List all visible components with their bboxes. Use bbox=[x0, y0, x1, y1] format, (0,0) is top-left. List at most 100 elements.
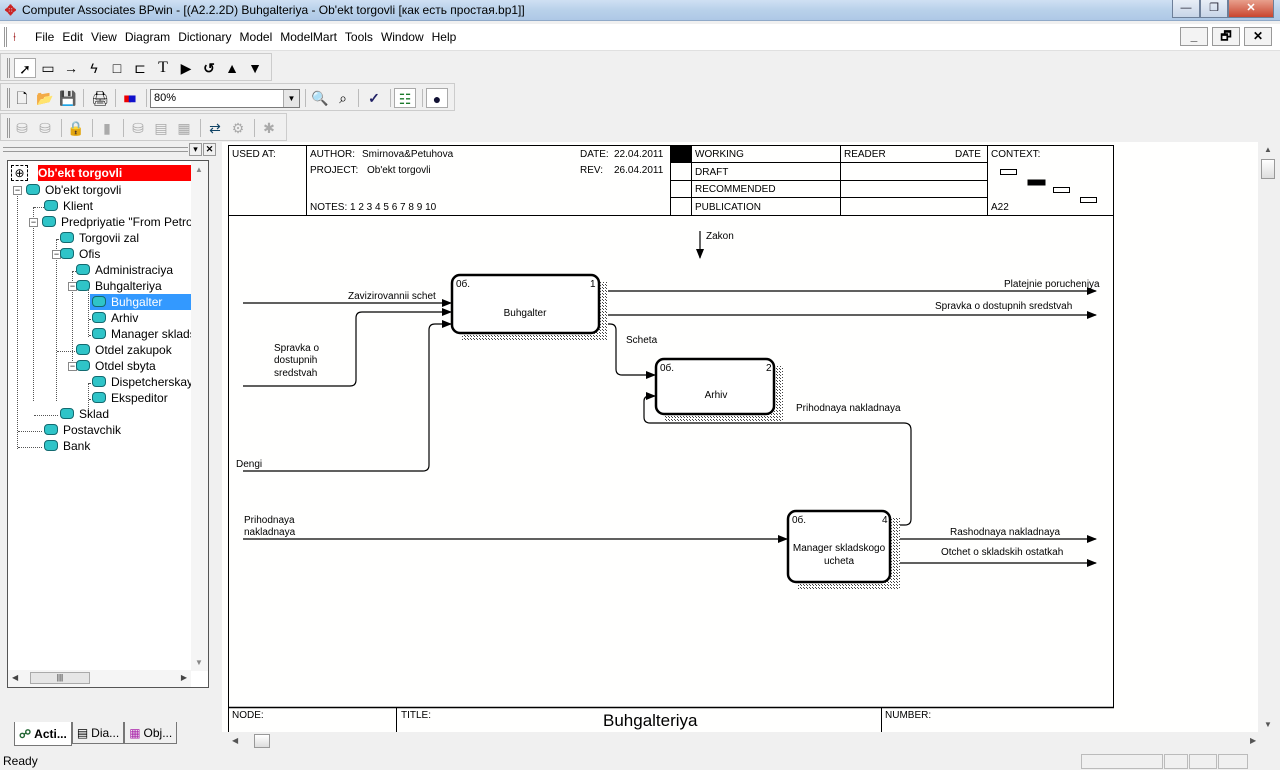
toolbar-grip[interactable] bbox=[7, 118, 10, 138]
scroll-thumb[interactable] bbox=[254, 734, 270, 748]
activity-box-manager[interactable]: 0б. 4 Manager skladskogo ucheta bbox=[786, 509, 900, 590]
text-tool-icon[interactable]: T bbox=[152, 58, 174, 78]
tab-objects[interactable]: ▦ Obj... bbox=[124, 722, 178, 744]
reader-date-label: DATE bbox=[955, 149, 981, 160]
tree-item[interactable]: Manager sklads bbox=[92, 326, 191, 342]
menu-view[interactable]: View bbox=[87, 30, 121, 44]
activity-box-arhiv[interactable]: 0б. 2 Arhiv bbox=[654, 357, 783, 422]
scroll-thumb[interactable]: ||| bbox=[30, 672, 90, 684]
tree-item-label: Predpriyatie "From Petrov bbox=[61, 215, 199, 229]
tree-horizontal-scrollbar[interactable]: ◀ ||| ▶ bbox=[8, 670, 191, 687]
activity-box-tool-icon[interactable]: ▭ bbox=[37, 58, 59, 78]
menu-edit[interactable]: Edit bbox=[58, 30, 87, 44]
menu-dictionary[interactable]: Dictionary bbox=[174, 30, 235, 44]
toolbar-grip[interactable] bbox=[7, 88, 10, 108]
menu-file[interactable]: File bbox=[31, 30, 58, 44]
tree-root-label: Ob'ekt torgovli bbox=[38, 166, 123, 180]
spell-check-icon[interactable]: ✓ bbox=[363, 88, 385, 108]
window-close-button[interactable]: ✕ bbox=[1228, 0, 1274, 18]
scroll-down-icon[interactable]: ▼ bbox=[1264, 720, 1272, 729]
mdi-restore-button[interactable]: 🗗 bbox=[1212, 27, 1240, 46]
activity-icon bbox=[76, 280, 90, 291]
settings-icon: ⚙ bbox=[231, 120, 245, 136]
merge-icon[interactable]: ⇄ bbox=[204, 118, 226, 138]
modelmart-icon[interactable]: ● bbox=[426, 88, 448, 108]
new-file-icon[interactable]: 🗋 bbox=[11, 88, 33, 108]
scroll-up-icon[interactable]: ▲ bbox=[1264, 145, 1272, 154]
rev-label: REV: bbox=[580, 165, 603, 176]
panel-grip[interactable] bbox=[3, 147, 188, 152]
chevron-down-icon[interactable]: ▼ bbox=[283, 90, 299, 107]
zoom-level-select[interactable]: 80% ▼ bbox=[150, 89, 300, 108]
arrow-tool-icon[interactable]: → bbox=[60, 58, 82, 78]
scroll-right-icon[interactable]: ▶ bbox=[181, 673, 187, 682]
diagram-canvas[interactable]: USED AT: AUTHOR: Smirnova&Petuhova PROJE… bbox=[222, 142, 1258, 732]
scroll-left-icon[interactable]: ◀ bbox=[232, 736, 238, 745]
go-to-parent-icon[interactable]: ▲ bbox=[221, 58, 243, 78]
tree-root[interactable]: Ob'ekt torgovli bbox=[38, 165, 191, 181]
pointer-tool-icon[interactable]: ➚ bbox=[14, 58, 36, 78]
go-to-sibling-icon[interactable]: ▼ bbox=[244, 58, 266, 78]
model-explorer-icon[interactable]: ☷ bbox=[394, 88, 416, 108]
open-folder-icon[interactable]: 📂 bbox=[34, 88, 56, 108]
canvas-horizontal-scrollbar[interactable]: ◀ ▶ bbox=[222, 732, 1280, 750]
rectangle-tool-icon[interactable]: □ bbox=[106, 58, 128, 78]
scroll-left-icon[interactable]: ◀ bbox=[12, 673, 18, 682]
menu-window[interactable]: Window bbox=[377, 30, 428, 44]
tree-item[interactable]: Ob'ekt torgovli bbox=[26, 182, 208, 198]
standard-toolbar: 🗋 📂 💾 🖨 ■■ 80% ▼ 🔍 ⌕ ✓ ☷ ● bbox=[0, 83, 455, 111]
toolbar-grip[interactable] bbox=[7, 58, 10, 78]
tab-activities[interactable]: ☍ Acti... bbox=[14, 722, 72, 746]
number-label: NUMBER: bbox=[885, 710, 931, 721]
window-restore-button[interactable]: ❐ bbox=[1200, 0, 1228, 18]
menu-model[interactable]: Model bbox=[236, 30, 277, 44]
scroll-thumb[interactable] bbox=[1261, 159, 1275, 179]
activity-box-buhgalter[interactable]: 0б. 1 Buhgalter bbox=[450, 273, 608, 341]
print-icon[interactable]: 🖨 bbox=[89, 88, 111, 108]
collapse-toggle[interactable]: − bbox=[13, 186, 22, 195]
menubar-grip[interactable] bbox=[4, 27, 7, 47]
tree-vertical-scrollbar[interactable]: ▲ ▼ bbox=[191, 161, 208, 671]
activity-tree: Ob'ekt torgovli ⊕ − Ob'ekt torgovli Klie… bbox=[7, 160, 209, 688]
panel-close-button[interactable]: ✕ bbox=[203, 143, 216, 156]
external-reference-tool-icon[interactable]: ⊏ bbox=[129, 58, 151, 78]
mdi-close-button[interactable]: ✕ bbox=[1244, 27, 1272, 46]
menu-tools[interactable]: Tools bbox=[341, 30, 377, 44]
context-node: A22 bbox=[991, 202, 1009, 213]
menu-modelmart[interactable]: ModelMart bbox=[276, 30, 341, 44]
canvas-vertical-scrollbar[interactable]: ▲ ▼ bbox=[1258, 142, 1280, 732]
tree-item-selected[interactable]: Buhgalter bbox=[90, 294, 191, 310]
tree-item[interactable]: Sklad bbox=[60, 406, 242, 422]
box-tag: 0б. bbox=[456, 278, 470, 290]
tree-item[interactable]: Torgovii zal bbox=[60, 230, 242, 246]
arrow-scheta[interactable] bbox=[600, 323, 656, 379]
go-to-child-icon[interactable]: ▶ bbox=[175, 58, 197, 78]
label-dengi: Dengi bbox=[236, 459, 262, 470]
document-icon[interactable]: ⍿ bbox=[13, 30, 25, 44]
squiggle-tool-icon[interactable]: ϟ bbox=[83, 58, 105, 78]
scroll-right-icon[interactable]: ▶ bbox=[1250, 736, 1256, 745]
save-to-mart-icon: ⛁ bbox=[132, 120, 144, 136]
window-minimize-button[interactable]: — bbox=[1172, 0, 1200, 18]
activity-icon bbox=[76, 264, 90, 275]
scroll-up-icon[interactable]: ▲ bbox=[195, 165, 203, 174]
tree-item[interactable]: Dispetcherskay bbox=[92, 374, 191, 390]
collapse-toggle[interactable]: − bbox=[29, 218, 38, 227]
panel-menu-button[interactable]: ▾ bbox=[189, 143, 202, 156]
tab-diagrams[interactable]: ▤ Dia... bbox=[71, 722, 125, 744]
menu-help[interactable]: Help bbox=[428, 30, 461, 44]
label-platejnie: Platejnie porucheniya bbox=[1004, 279, 1100, 290]
tree-item[interactable]: Ofis bbox=[60, 246, 242, 262]
tree-item-label: Buhgalter bbox=[111, 295, 163, 309]
zoom-in-icon[interactable]: 🔍 bbox=[309, 88, 331, 108]
label-spravka-in-1: Spravka o bbox=[274, 343, 319, 354]
box-label: Arhiv bbox=[705, 390, 728, 401]
rotate-icon[interactable]: ↺ bbox=[198, 58, 220, 78]
scroll-down-icon[interactable]: ▼ bbox=[195, 658, 203, 667]
menu-diagram[interactable]: Diagram bbox=[121, 30, 174, 44]
tree-item-label: Torgovii zal bbox=[79, 231, 140, 245]
save-icon[interactable]: 💾 bbox=[57, 88, 79, 108]
color-palette-icon[interactable]: ■■ bbox=[119, 88, 141, 108]
zoom-fit-icon[interactable]: ⌕ bbox=[332, 88, 354, 108]
mdi-minimize-button[interactable]: _ bbox=[1180, 27, 1208, 46]
